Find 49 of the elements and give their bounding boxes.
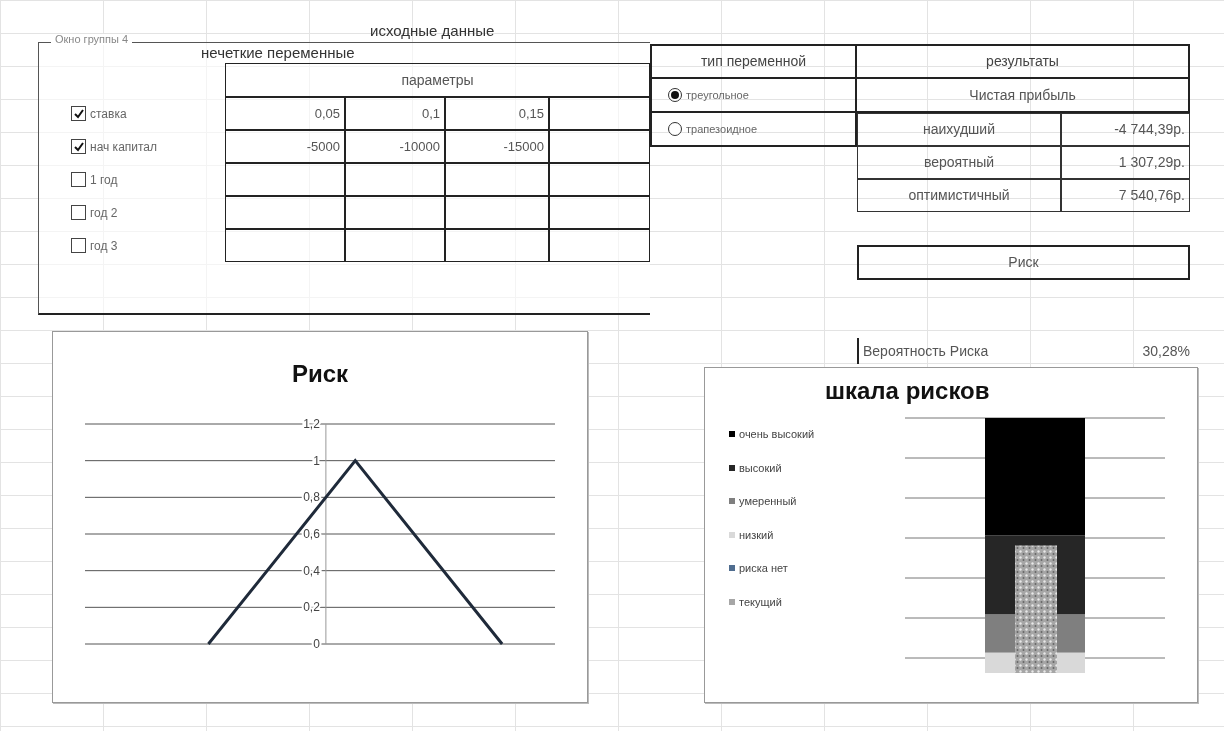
chart-title: Риск <box>291 359 349 389</box>
table-cell: 0,15 <box>445 97 549 130</box>
legend-label: низкий <box>739 527 774 543</box>
chart-title: шкала рисков <box>824 376 991 406</box>
checkbox[interactable] <box>71 205 86 220</box>
table-cell: -15000 <box>445 130 549 163</box>
checkbox[interactable] <box>71 172 86 187</box>
probability-label: Вероятность Риска <box>862 342 990 361</box>
table-cell: 7 540,76р. <box>1061 179 1190 212</box>
table-cell: -4 744,39р. <box>1061 113 1190 146</box>
radio-label: трапезоидное <box>686 121 758 137</box>
table-header: параметры <box>225 63 650 97</box>
table-cell: 0,05 <box>225 97 345 130</box>
checkbox-label: год 3 <box>90 237 118 255</box>
group-heading: нечеткие переменные <box>201 43 356 63</box>
radio-button[interactable] <box>668 122 682 136</box>
table-cell: наихудший <box>857 113 1061 146</box>
table-cell: вероятный <box>857 146 1061 179</box>
checkbox[interactable] <box>71 139 86 154</box>
tick-label: 0 <box>313 637 320 651</box>
check-icon <box>73 141 84 152</box>
legend-label: высокий <box>739 460 782 476</box>
legend-label: текущий <box>739 594 782 610</box>
table-cell: 0,1 <box>345 97 445 130</box>
tick-label: 0,6 <box>303 527 320 541</box>
legend-label: риска нет <box>739 561 788 576</box>
table-cell: -10000 <box>345 130 445 163</box>
legend-label: умеренный <box>739 494 797 509</box>
table-cell: оптимистичный <box>857 179 1061 212</box>
checkbox[interactable] <box>71 238 86 253</box>
check-icon <box>73 108 84 119</box>
checkbox-label: 1 год <box>90 171 118 189</box>
group-label: Окно группы 4 <box>51 34 133 45</box>
checkbox-label: нач капитал <box>90 138 158 156</box>
table-header: результаты <box>857 44 1190 79</box>
checkbox-label: ставка <box>90 105 127 123</box>
checkbox-label: год 2 <box>90 204 118 222</box>
risk-heading: Риск <box>857 245 1190 280</box>
probability-value: 30,28% <box>1141 342 1190 361</box>
radio-button[interactable] <box>668 88 682 102</box>
section-title: исходные данные <box>370 21 496 41</box>
table-cell: 1 307,29р. <box>1061 146 1190 179</box>
table-header: тип переменной <box>650 44 857 79</box>
table-header: Чистая прибыль <box>857 79 1190 113</box>
radio-label: треугольное <box>686 87 749 103</box>
legend-label: очень высокий <box>739 427 815 442</box>
checkbox[interactable] <box>71 106 86 121</box>
table-cell: -5000 <box>225 130 345 163</box>
tick-label: 1,2 <box>303 417 320 431</box>
